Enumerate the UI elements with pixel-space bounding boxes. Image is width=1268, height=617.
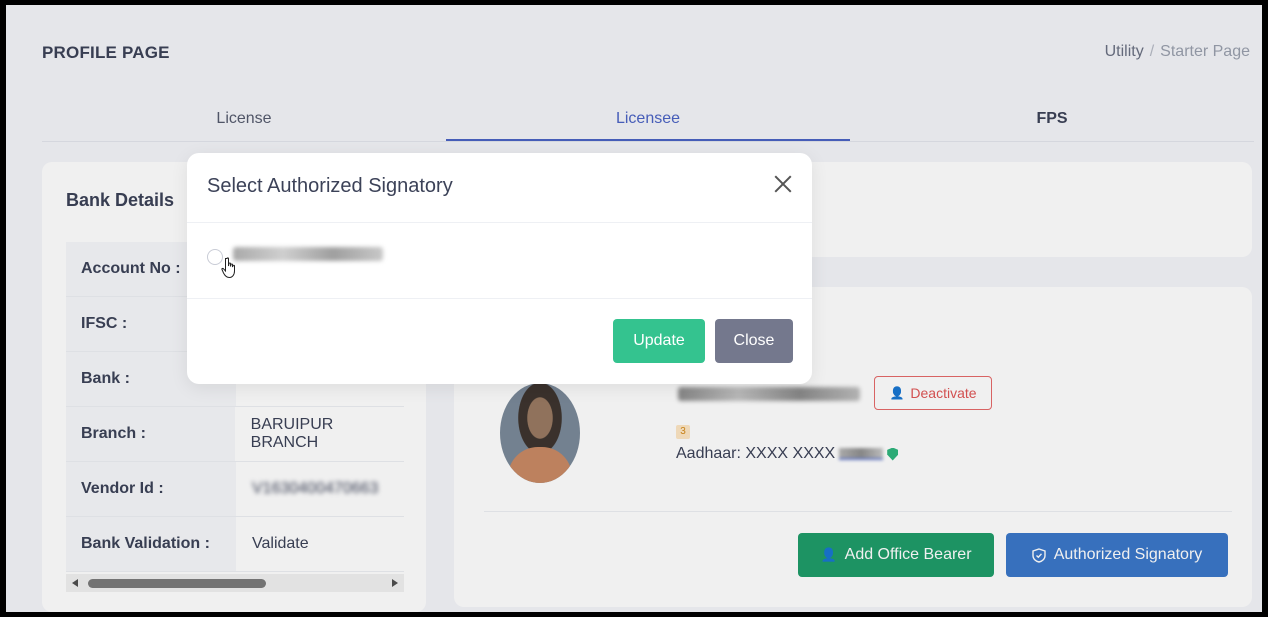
signatory-name[interactable] — [233, 247, 383, 261]
modal-title: Select Authorized Signatory — [207, 175, 453, 197]
update-button[interactable]: Update — [613, 319, 705, 363]
modal-header: Select Authorized Signatory — [187, 153, 812, 223]
app-frame: PROFILE PAGE Utility / Starter Page Licens… — [6, 5, 1262, 612]
hand-cursor-icon — [221, 257, 235, 279]
modal-body — [187, 223, 812, 299]
modal-footer: Update Close — [187, 299, 812, 383]
close-button[interactable]: Close — [715, 319, 793, 363]
authorized-signatory-modal: Select Authorized Signatory Update Close — [187, 153, 812, 384]
close-icon[interactable] — [772, 173, 794, 195]
